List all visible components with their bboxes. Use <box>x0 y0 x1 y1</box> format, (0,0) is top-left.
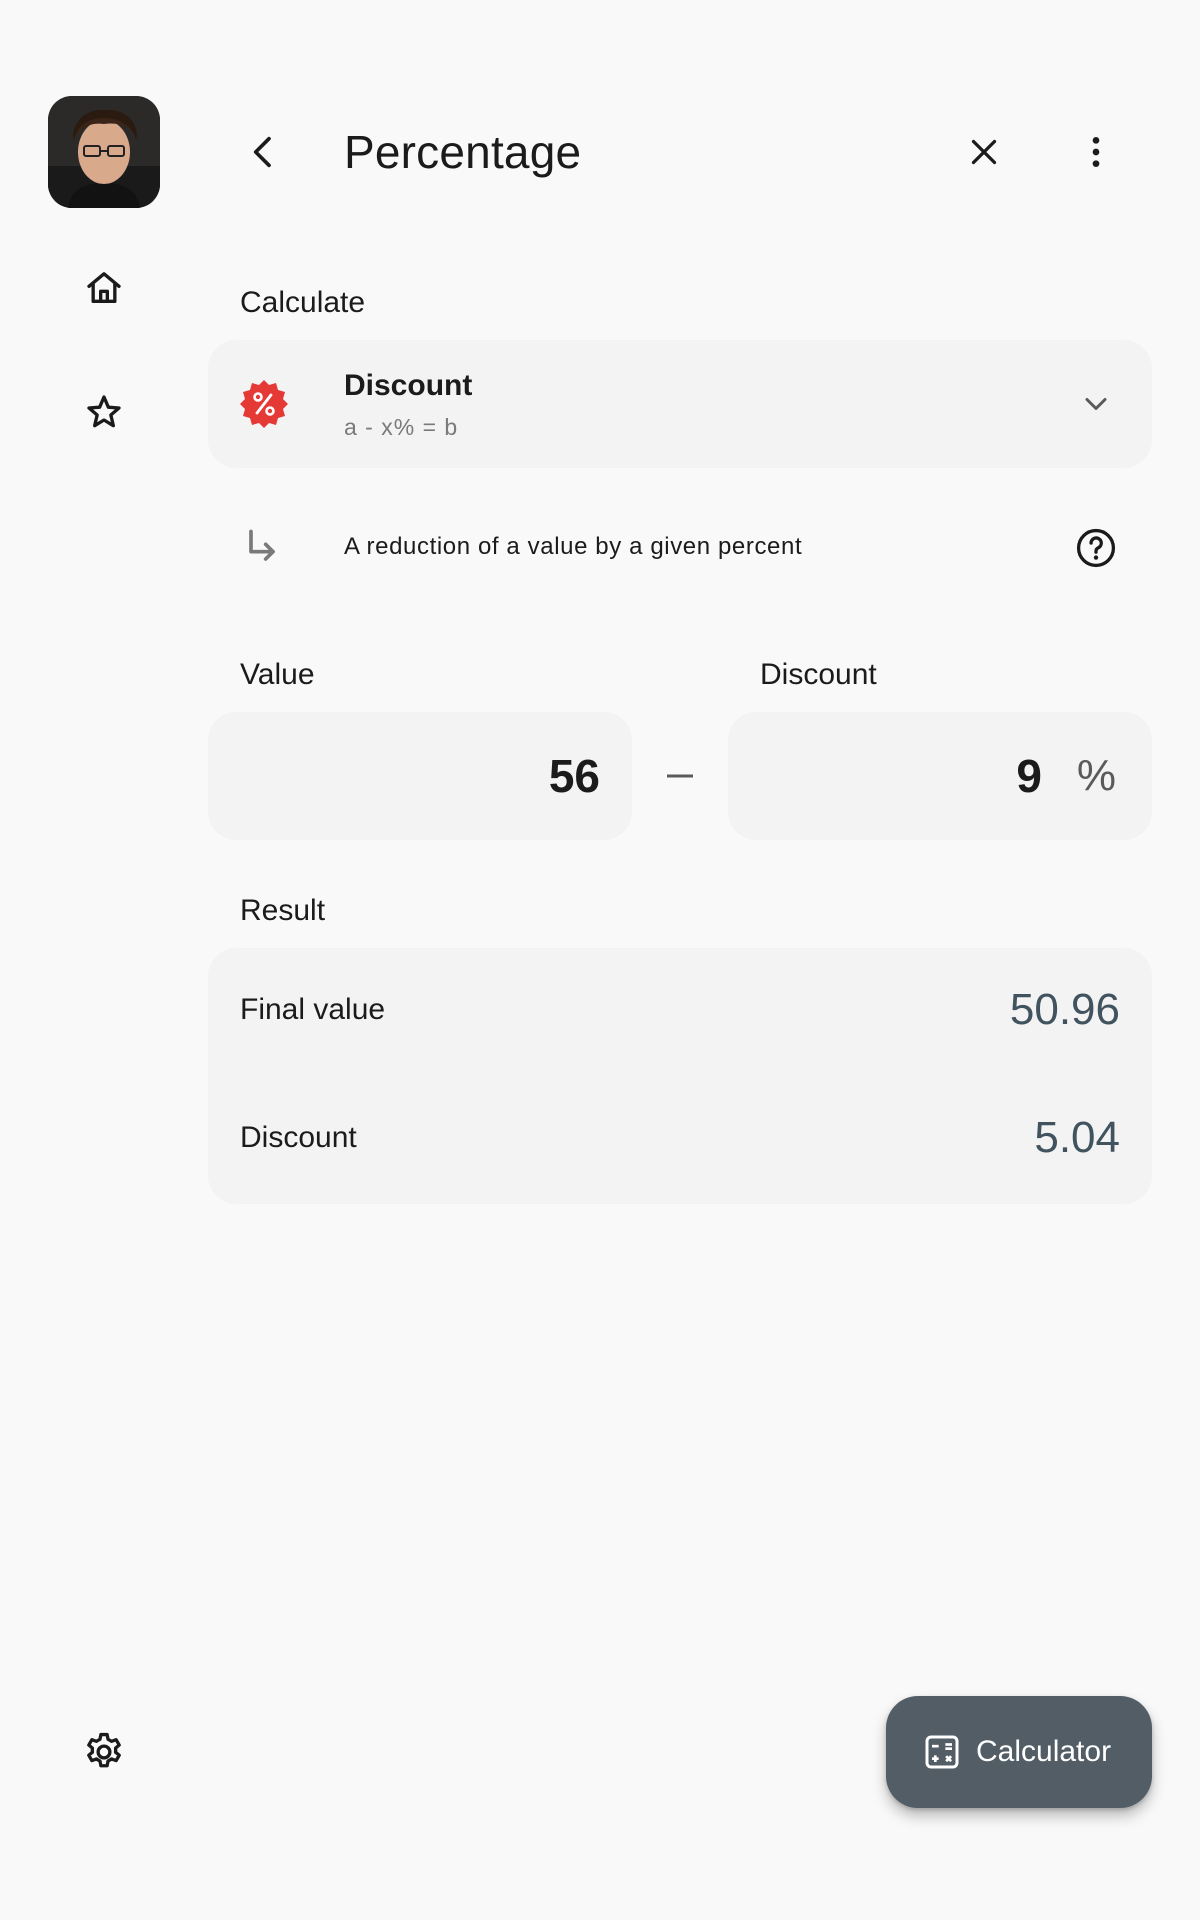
home-icon <box>84 268 124 308</box>
percent-suffix: % <box>1076 751 1116 800</box>
final-value: 50.96 <box>1009 985 1120 1034</box>
mode-selector[interactable]: Discount a - x% = b <box>208 340 1152 468</box>
rail-home-button[interactable] <box>48 248 160 328</box>
page-title: Percentage <box>344 126 582 178</box>
discount-amount-label: Discount <box>240 1121 357 1154</box>
calculator-icon <box>922 1732 962 1772</box>
chevron-down-icon <box>1078 386 1114 422</box>
mode-formula: a - x% = b <box>344 414 459 440</box>
value-label: Value <box>240 658 315 691</box>
result-label: Result <box>240 894 326 927</box>
value-input[interactable]: 56 <box>208 712 632 840</box>
calculator-button[interactable]: Calculator <box>886 1696 1152 1808</box>
avatar[interactable] <box>48 96 160 208</box>
back-button[interactable] <box>224 112 304 192</box>
star-icon <box>84 392 124 432</box>
close-icon <box>966 134 1002 170</box>
arrow-back-icon <box>244 132 284 172</box>
discount-amount-value: 5.04 <box>1034 1113 1120 1162</box>
close-button[interactable] <box>944 112 1024 192</box>
rail-favorites-button[interactable] <box>48 372 160 452</box>
help-circle-icon <box>1074 526 1118 570</box>
rail-settings-button[interactable] <box>48 1712 160 1792</box>
minus-icon <box>664 760 696 792</box>
discount-input[interactable]: 9 % <box>728 712 1152 840</box>
discount-label: Discount <box>760 658 877 691</box>
gear-icon <box>82 1730 126 1774</box>
more-options-button[interactable] <box>1056 112 1136 192</box>
mode-name: Discount <box>344 369 473 402</box>
help-button[interactable] <box>1056 508 1136 588</box>
more-vert-icon <box>1076 132 1116 172</box>
result-card: Final value 50.96 Discount 5.04 <box>208 948 1152 1204</box>
calculator-button-label: Calculator <box>976 1735 1112 1768</box>
subdirectory-arrow-icon <box>240 526 284 570</box>
final-value-label: Final value <box>240 993 386 1026</box>
value-input-text: 56 <box>548 750 600 802</box>
percent-badge-icon <box>238 378 290 430</box>
discount-input-text: 9 <box>1016 750 1042 802</box>
mode-description: A reduction of a value by a given percen… <box>344 533 803 560</box>
calculate-label: Calculate <box>240 286 366 319</box>
